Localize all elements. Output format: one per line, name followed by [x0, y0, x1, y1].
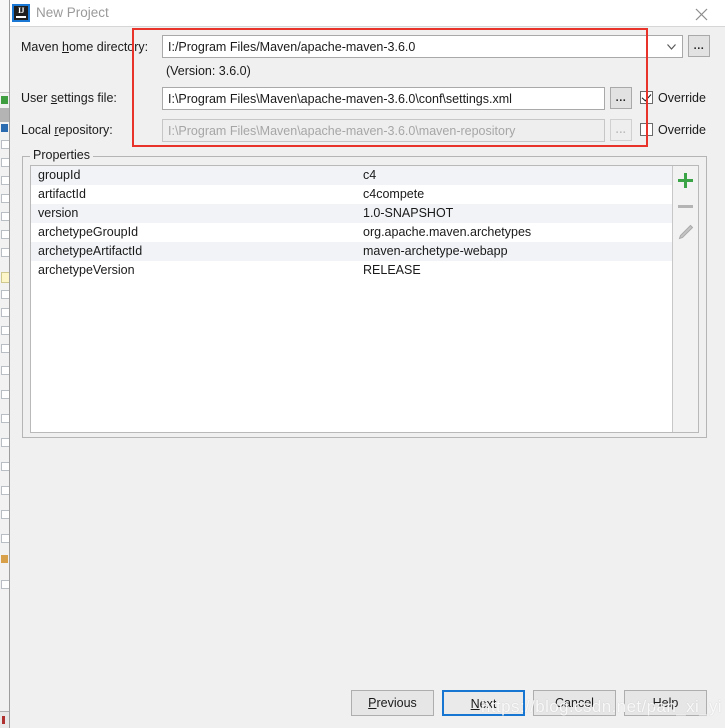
local-repository-override-label: Override [658, 123, 706, 137]
background-file-icon [1, 555, 8, 563]
property-name: version [38, 206, 79, 220]
chevron-down-icon [667, 44, 676, 50]
cancel-button[interactable]: Cancel [533, 690, 616, 716]
help-button[interactable]: Help [624, 690, 707, 716]
property-name: artifactId [38, 187, 86, 201]
background-toolbar [0, 0, 9, 93]
local-repository-browse-button: ... [610, 119, 632, 141]
user-settings-override-label: Override [658, 91, 706, 105]
table-row[interactable]: archetypeGroupId org.apache.maven.archet… [31, 223, 674, 242]
edit-property-button [673, 220, 698, 245]
user-settings-browse-button[interactable]: ... [610, 87, 632, 109]
table-row[interactable]: artifactId c4compete [31, 185, 674, 204]
new-project-dialog: IJ New Project Maven home directory: I:/… [9, 0, 725, 728]
properties-panel: groupId c4 artifactId c4compete version … [30, 165, 699, 433]
background-module-icon [1, 124, 8, 132]
property-value: org.apache.maven.archetypes [363, 225, 532, 239]
background-statusbar [0, 711, 9, 728]
table-row[interactable]: groupId c4 [31, 166, 674, 185]
user-settings-file-label: User settings file: [21, 91, 117, 105]
table-row[interactable]: archetypeArtifactId maven-archetype-weba… [31, 242, 674, 261]
add-property-button[interactable] [673, 168, 698, 193]
previous-button[interactable]: Previous [351, 690, 434, 716]
remove-property-button [673, 194, 698, 219]
maven-home-directory-label: Maven home directory: [21, 40, 149, 54]
pencil-icon [678, 224, 694, 240]
dialog-titlebar: IJ New Project [10, 0, 725, 27]
property-name: archetypeArtifactId [38, 244, 143, 258]
property-name: archetypeGroupId [38, 225, 139, 239]
maven-home-directory-combo[interactable]: I:/Program Files/Maven/apache-maven-3.6.… [162, 35, 683, 58]
maven-home-browse-button[interactable]: ... [688, 35, 710, 57]
properties-group-legend: Properties [30, 148, 93, 162]
properties-toolbar [672, 166, 698, 432]
user-settings-file-input[interactable]: I:\Program Files\Maven\apache-maven-3.6.… [162, 87, 605, 110]
property-value: maven-archetype-webapp [363, 244, 508, 258]
background-run-icon [1, 96, 8, 104]
local-repository-override-checkbox[interactable]: Override [640, 123, 706, 137]
checkbox-checked-icon [640, 91, 653, 104]
next-button[interactable]: Next [442, 690, 525, 716]
background-error-indicator [2, 716, 5, 724]
local-repository-label: Local repository: [21, 123, 113, 137]
property-value: 1.0-SNAPSHOT [363, 206, 454, 220]
table-row[interactable]: version 1.0-SNAPSHOT [31, 204, 674, 223]
property-name: groupId [38, 168, 81, 182]
maven-home-directory-value: I:/Program Files/Maven/apache-maven-3.6.… [168, 40, 416, 54]
plus-icon [678, 173, 693, 188]
property-value: c4 [363, 168, 377, 182]
maven-version-text: (Version: 3.6.0) [166, 64, 251, 78]
checkbox-unchecked-icon [640, 123, 653, 136]
table-row[interactable]: archetypeVersion RELEASE [31, 261, 674, 280]
app-icon-text: IJ [17, 6, 25, 15]
property-name: archetypeVersion [38, 263, 135, 277]
app-icon-underline [16, 16, 26, 18]
window-title: New Project [36, 5, 109, 20]
user-settings-override-checkbox[interactable]: Override [640, 91, 706, 105]
close-icon[interactable] [679, 0, 723, 26]
property-value: RELEASE [363, 263, 421, 277]
intellij-idea-icon: IJ [12, 4, 30, 22]
close-icon-glyph [695, 8, 708, 21]
background-selected-row [0, 108, 9, 122]
properties-table[interactable]: groupId c4 artifactId c4compete version … [31, 166, 674, 432]
property-value: c4compete [363, 187, 425, 201]
local-repository-input: I:\Program Files\Maven\apache-maven-3.6.… [162, 119, 605, 142]
minus-icon [678, 205, 693, 208]
